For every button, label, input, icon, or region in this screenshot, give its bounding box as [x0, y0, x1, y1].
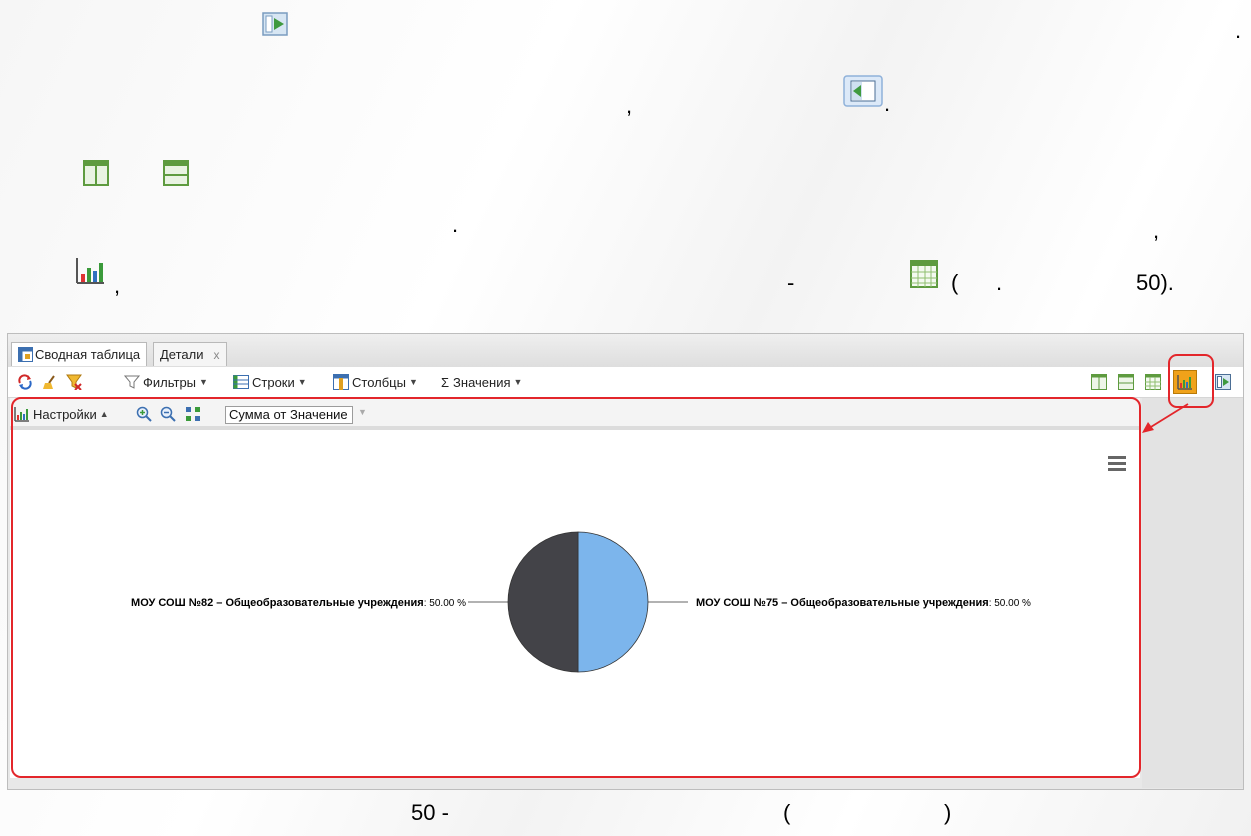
- tab-pivot-table[interactable]: Сводная таблица: [11, 342, 148, 366]
- filters-label: Фильтры: [143, 374, 197, 390]
- pivot-table-icon: [18, 347, 33, 362]
- columns-layout-icon: [83, 160, 109, 186]
- doc-figure-ref: 50).: [1136, 270, 1174, 295]
- doc-line5-dot: .: [996, 270, 1003, 295]
- panel-export-icon: [1215, 374, 1231, 390]
- rows-layout-button[interactable]: [1118, 373, 1137, 391]
- sigma-icon: Σ: [441, 374, 450, 390]
- chevron-down-icon: ▼: [297, 377, 307, 387]
- rows-layout-icon: [1118, 374, 1134, 390]
- chart-view-icon: [76, 258, 104, 284]
- table-view-icon: [1145, 374, 1161, 390]
- broom-icon: [43, 375, 55, 389]
- panel-export-icon: [262, 12, 288, 36]
- filter-icon: [124, 375, 140, 389]
- tab-details[interactable]: Детали x: [153, 342, 227, 366]
- clear-button[interactable]: [42, 373, 61, 391]
- filters-menu[interactable]: Фильтры ▼: [124, 373, 208, 391]
- annotation-arrow: [1142, 403, 1189, 433]
- doc-line4-comma: ,: [1153, 218, 1160, 243]
- panel-import-icon: [843, 75, 883, 107]
- caption-paren-close: ): [944, 800, 952, 825]
- chart-button-highlight: [1168, 354, 1214, 408]
- chart-area-highlight: [11, 397, 1141, 778]
- refresh-icon: [18, 374, 32, 390]
- chevron-down-icon: ▼: [199, 377, 208, 387]
- tab-bar: Сводная таблица Детали x: [8, 334, 1243, 368]
- doc-line5-comma: ,: [114, 273, 121, 298]
- chevron-down-icon: ▼: [408, 377, 418, 387]
- columns-layout-button[interactable]: [1091, 373, 1110, 391]
- tab-close-icon[interactable]: x: [214, 348, 220, 362]
- tab-pivot-table-label: Сводная таблица: [35, 347, 141, 362]
- rows-layout-icon: [163, 160, 189, 186]
- refresh-button[interactable]: [17, 373, 36, 391]
- rows-icon: [233, 375, 249, 389]
- doc-line2-comma: ,: [626, 93, 633, 118]
- chevron-down-icon: ▼: [513, 377, 523, 387]
- doc-line4-dot: .: [452, 212, 459, 237]
- caption-paren-open: (: [783, 800, 791, 825]
- toolbar: Фильтры ▼ Строки ▼ Столбцы ▼ Σ Значения …: [8, 367, 1243, 398]
- doc-line5-dash: -: [787, 270, 795, 295]
- doc-line2-dot: .: [884, 91, 891, 116]
- columns-label: Столбцы: [352, 374, 406, 390]
- empty-side-area: [1142, 398, 1243, 788]
- doc-line5-paren-open: (: [951, 270, 959, 295]
- values-menu[interactable]: Σ Значения ▼: [441, 373, 522, 391]
- table-view-icon: [910, 260, 938, 288]
- columns-menu[interactable]: Столбцы ▼: [333, 373, 418, 391]
- columns-layout-icon: [1091, 374, 1107, 390]
- rows-menu[interactable]: Строки ▼: [233, 373, 307, 391]
- tab-details-label: Детали: [160, 347, 204, 362]
- rows-label: Строки: [252, 374, 295, 390]
- figure-caption-number: 50 -: [411, 800, 449, 825]
- table-view-button[interactable]: [1145, 373, 1164, 391]
- clear-filter-button[interactable]: [66, 373, 85, 391]
- filter-remove-icon: [66, 374, 82, 390]
- values-label: Значения: [453, 374, 511, 390]
- columns-icon: [333, 374, 349, 390]
- doc-line1-dot: .: [1235, 18, 1242, 43]
- export-panel-button[interactable]: [1215, 373, 1234, 391]
- pivot-table-window: Сводная таблица Детали x Фильтры ▼ Строк…: [7, 333, 1244, 790]
